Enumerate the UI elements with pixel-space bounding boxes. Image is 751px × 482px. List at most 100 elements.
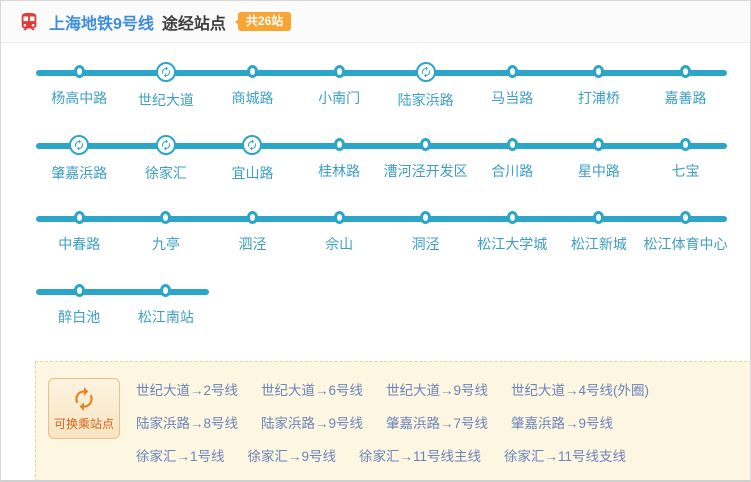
station-name[interactable]: 松江新城 (571, 234, 627, 254)
station-name[interactable]: 九亭 (152, 234, 180, 254)
station-dot[interactable] (420, 137, 432, 151)
station-name[interactable]: 嘉善路 (664, 88, 706, 108)
station-name[interactable]: 洞泾 (412, 234, 440, 254)
station-name[interactable]: 徐家汇 (145, 163, 187, 183)
station-dot[interactable] (593, 210, 605, 224)
station-dot[interactable] (246, 210, 258, 224)
station-name[interactable]: 打浦桥 (578, 88, 620, 108)
station-name[interactable]: 漕河泾开发区 (384, 161, 468, 181)
transfer-item[interactable]: 宜山路→4号线(外圈) (359, 478, 484, 480)
station[interactable]: 漕河泾开发区 (382, 135, 469, 181)
station-name[interactable]: 合川路 (491, 161, 533, 181)
line-name-link[interactable]: 上海地铁9号线 (49, 10, 154, 34)
station-name[interactable]: 醉白池 (58, 307, 100, 327)
station-name[interactable]: 中春路 (58, 234, 100, 254)
station[interactable]: 嘉善路 (642, 62, 729, 108)
transfer-label-text: 可换乘站点 (53, 417, 114, 431)
transfer-item[interactable]: 陆家浜路→8号线 (136, 412, 238, 432)
station[interactable]: 桂林路 (296, 135, 383, 181)
station[interactable]: 七宝 (642, 135, 729, 181)
station-name[interactable]: 松江南站 (138, 307, 194, 327)
station[interactable]: 打浦桥 (556, 62, 643, 108)
station-name[interactable]: 杨高中路 (51, 88, 107, 108)
transfer-item[interactable]: 陆家浜路→9号线 (261, 412, 363, 432)
station-name[interactable]: 世纪大道 (138, 90, 194, 110)
station-name[interactable]: 宜山路 (231, 163, 273, 183)
station[interactable]: 杨高中路 (36, 62, 123, 108)
station[interactable]: 马当路 (469, 62, 556, 108)
station-dot[interactable] (333, 137, 345, 151)
station-name[interactable]: 小南门 (318, 88, 360, 108)
station-name[interactable]: 肇嘉浜路 (51, 163, 107, 183)
station[interactable]: 九亭 (123, 208, 210, 254)
station-dot[interactable] (506, 137, 518, 151)
station-dot[interactable] (246, 64, 258, 78)
station[interactable]: 合川路 (469, 135, 556, 181)
station[interactable]: 泗泾 (209, 208, 296, 254)
station[interactable]: 洞泾 (382, 208, 469, 254)
station-name[interactable]: 商城路 (231, 88, 273, 108)
transfer-item[interactable]: 宜山路→3号线 (136, 478, 225, 480)
station[interactable]: 宜山路 (209, 135, 296, 181)
station[interactable]: 商城路 (209, 62, 296, 108)
station-name[interactable]: 泗泾 (238, 234, 266, 254)
station-dot[interactable] (73, 210, 85, 224)
transfer-station-dot[interactable] (69, 135, 90, 155)
transfer-list: 世纪大道→2号线 世纪大道→6号线 世纪大道→9号线 世纪大道→4号线(外圈) 陆家浜路… (120, 376, 741, 480)
station-name[interactable]: 松江体育中心 (643, 234, 727, 254)
station[interactable]: 肇嘉浜路 (36, 135, 123, 181)
station-dot-area (73, 281, 85, 299)
station-dot[interactable] (679, 64, 691, 78)
station[interactable]: 松江南站 (123, 281, 210, 327)
transfer-item[interactable]: 世纪大道→2号线 (136, 379, 238, 399)
transfer-item[interactable]: 肇嘉浜路→7号线 (386, 412, 488, 432)
station-dot[interactable] (73, 283, 85, 297)
station-dot[interactable] (506, 64, 518, 78)
station[interactable]: 星中路 (556, 135, 643, 181)
station-dot[interactable] (593, 137, 605, 151)
station-dot[interactable] (593, 64, 605, 78)
transfer-item[interactable]: 世纪大道→4号线(外圈) (511, 379, 649, 399)
station[interactable]: 世纪大道 (123, 62, 210, 108)
station-name[interactable]: 松江大学城 (477, 234, 547, 254)
transfer-item[interactable]: 世纪大道→6号线 (261, 379, 363, 399)
station[interactable]: 松江大学城 (469, 208, 556, 254)
station-name[interactable]: 星中路 (578, 161, 620, 181)
station[interactable]: 中春路 (36, 208, 123, 254)
station-dot[interactable] (679, 210, 691, 224)
station-dot[interactable] (73, 64, 85, 78)
station-dot[interactable] (333, 64, 345, 78)
transfer-station-dot[interactable] (155, 62, 176, 82)
station-dot[interactable] (160, 210, 172, 224)
transfer-item[interactable]: 肇嘉浜路→9号线 (511, 412, 613, 432)
station[interactable]: 松江体育中心 (642, 208, 729, 254)
transfer-item[interactable]: 徐家汇→11号线主线 (359, 445, 481, 465)
station[interactable]: 松江新城 (556, 208, 643, 254)
station-name[interactable]: 马当路 (491, 88, 533, 108)
station-dot[interactable] (506, 210, 518, 224)
station-dot[interactable] (160, 283, 172, 297)
station[interactable]: 徐家汇 (123, 135, 210, 181)
transfer-station-dot[interactable] (155, 135, 176, 155)
station[interactable]: 佘山 (296, 208, 383, 254)
station[interactable]: 陆家浜路 (382, 62, 469, 108)
sync-icon (248, 139, 257, 151)
transfer-item[interactable]: 宜山路→9号线 (248, 478, 337, 480)
station-dot-area (73, 208, 85, 226)
station-dot[interactable] (679, 137, 691, 151)
station-name[interactable]: 桂林路 (318, 161, 360, 181)
station-dot[interactable] (333, 210, 345, 224)
transfer-label: 可换乘站点 (48, 378, 120, 439)
transfer-item[interactable]: 徐家汇→9号线 (248, 445, 337, 465)
station-name[interactable]: 七宝 (671, 161, 699, 181)
transfer-item[interactable]: 世纪大道→9号线 (386, 379, 488, 399)
transfer-item[interactable]: 徐家汇→1号线 (136, 445, 225, 465)
station-name[interactable]: 陆家浜路 (398, 90, 454, 110)
transfer-station-dot[interactable] (242, 135, 263, 155)
transfer-station-dot[interactable] (415, 62, 436, 82)
station-name[interactable]: 佘山 (325, 234, 353, 254)
station[interactable]: 醉白池 (36, 281, 123, 327)
station[interactable]: 小南门 (296, 62, 383, 108)
station-dot[interactable] (420, 210, 432, 224)
transfer-item[interactable]: 徐家汇→11号线支线 (504, 445, 626, 465)
